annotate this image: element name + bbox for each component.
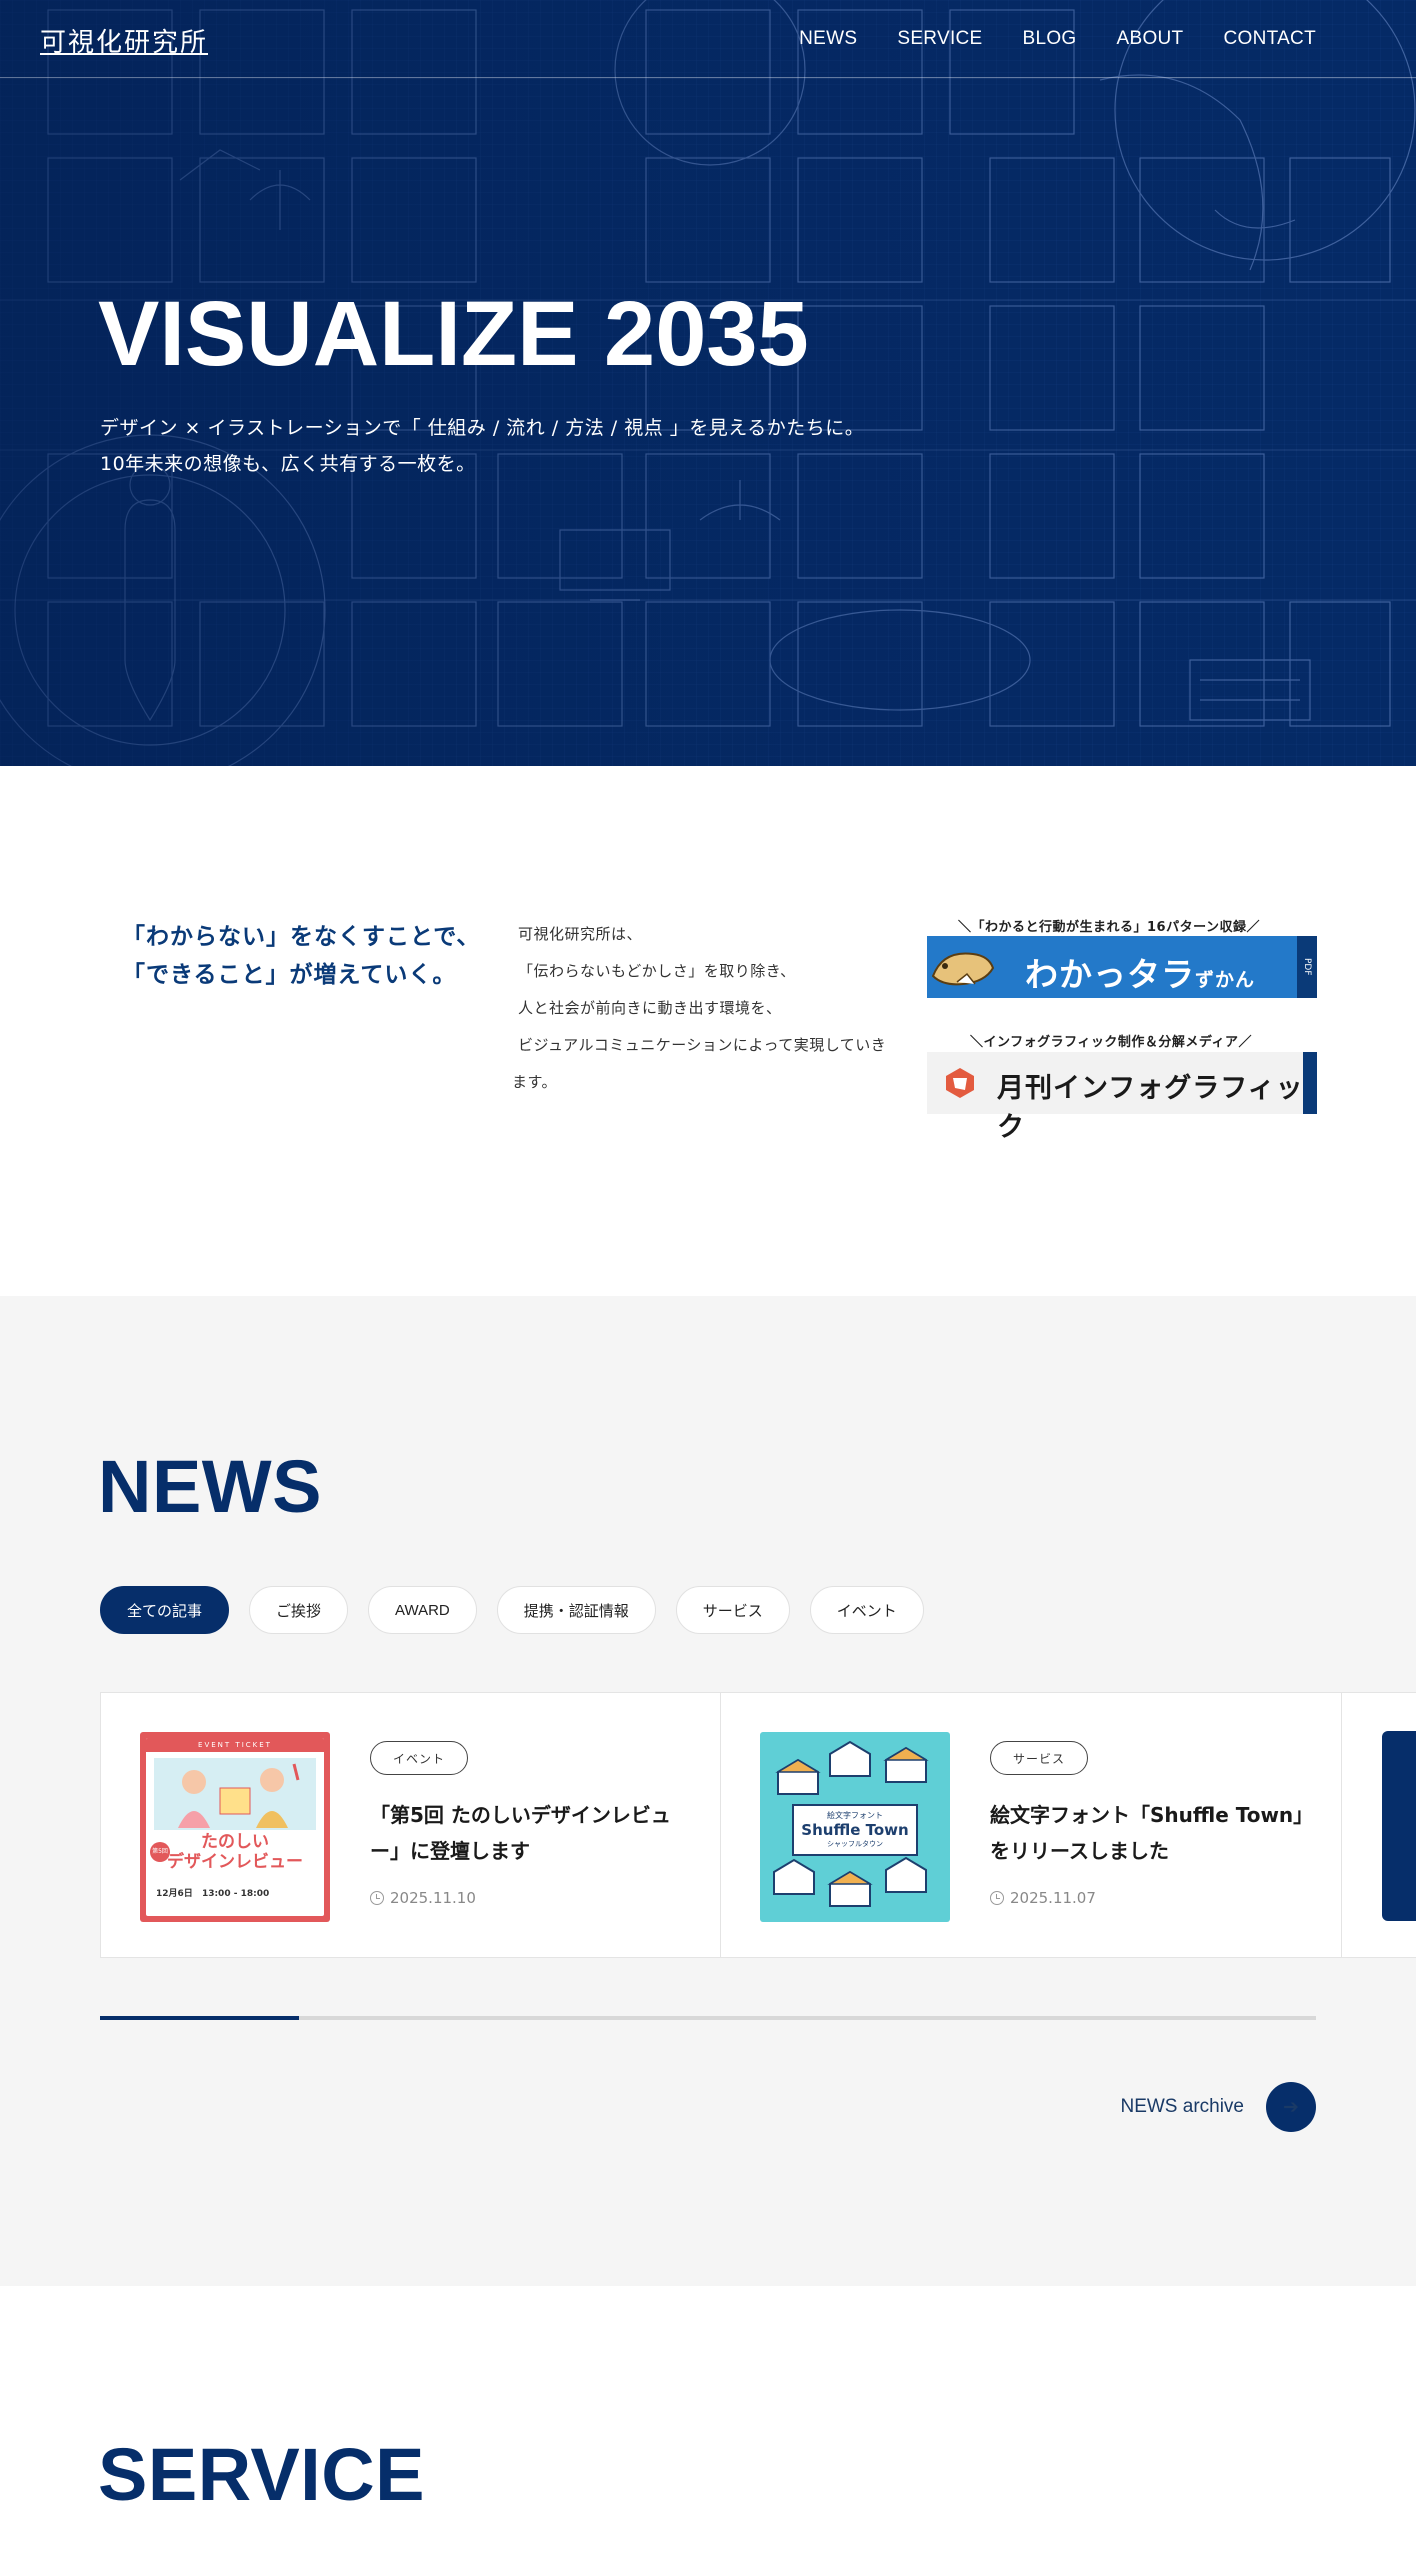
filter-event[interactable]: イベント xyxy=(809,1586,924,1634)
monthly-infographic-text: 月刊インフォグラフィック xyxy=(997,1073,1304,1143)
banner-caption-text: 「わかると行動が生まれる」16パターン収録 xyxy=(971,920,1247,935)
description-line: ビジュアルコミュニケーションによって実現していき xyxy=(518,1036,887,1054)
sparkle-icon: ＼ xyxy=(970,1035,984,1050)
pdf-tab: PDF xyxy=(1297,936,1317,998)
news-carousel: EVENT TICKET たのしい デザインレビュー 第5回 12月6日 13:… xyxy=(100,1692,1416,1958)
sparkle-icon: ／ xyxy=(1238,1035,1252,1050)
banner-caption-wakattara: ＼「わかると行動が生まれる」16パターン収録／ xyxy=(958,916,1260,935)
filter-award[interactable]: AWARD xyxy=(368,1586,477,1634)
news-card-next-partial[interactable] xyxy=(1342,1692,1416,1958)
news-date-text: 2025.11.07 xyxy=(1010,1889,1096,1907)
filter-service[interactable]: サービス xyxy=(675,1586,790,1634)
news-thumbnail-design-review: EVENT TICKET たのしい デザインレビュー 第5回 12月6日 13:… xyxy=(140,1732,330,1922)
sparkle-icon: ／ xyxy=(1246,920,1260,935)
site-header: 可視化研究所 NEWS SERVICE BLOG ABOUT CONTACT xyxy=(0,0,1416,78)
hero-subtitle: デザイン × イラストレーションで「 仕組み / 流れ / 方法 / 視点 」を… xyxy=(100,410,864,482)
tagline-line: 「わからない」をなくすことで、 xyxy=(122,924,481,950)
nav-service[interactable]: SERVICE xyxy=(897,28,982,50)
wakattara-logo-text: わかっタラずかん xyxy=(1025,948,1255,996)
next-card-thumbnail xyxy=(1382,1731,1416,1921)
ticket-body: EVENT TICKET たのしい デザインレビュー 第5回 12月6日 13:… xyxy=(146,1738,324,1916)
site-logo[interactable]: 可視化研究所 xyxy=(40,22,208,59)
logo-subtitle: 絵文字フォント xyxy=(827,1811,883,1820)
ticket-header: EVENT TICKET xyxy=(146,1738,324,1752)
news-filter-tabs: 全ての記事 ご挨拶 AWARD 提携・認証情報 サービス イベント xyxy=(100,1586,924,1634)
news-date: 2025.11.10 xyxy=(370,1889,476,1907)
news-date: 2025.11.07 xyxy=(990,1889,1096,1907)
news-heading: NEWS xyxy=(98,1445,322,1528)
banner-caption-text: インフォグラフィック制作＆分解メディア xyxy=(983,1035,1239,1050)
news-title: 絵文字フォント「Shuffle Town」をリリースしました xyxy=(990,1803,1304,1863)
tagline-line: 「できること」が増えていく。 xyxy=(122,962,457,988)
filter-partnership[interactable]: 提携・認証情報 xyxy=(496,1586,656,1634)
news-category-tag: サービス xyxy=(990,1741,1089,1775)
hero-section: 可視化研究所 NEWS SERVICE BLOG ABOUT CONTACT V… xyxy=(0,0,1416,766)
clock-icon xyxy=(990,1891,1004,1905)
illustration-people xyxy=(154,1758,316,1830)
hero-subtitle-line: デザイン × イラストレーションで「 仕組み / 流れ / 方法 / 視点 」を… xyxy=(100,417,865,439)
news-category-tag: イベント xyxy=(370,1741,469,1775)
banner-caption-infographic: ＼インフォグラフィック制作＆分解メディア／ xyxy=(970,1031,1252,1050)
arrow-right-icon: ➔ xyxy=(1266,2082,1316,2132)
description-line: 人と社会が前向きに動き出す環境を、 xyxy=(518,999,782,1017)
ticket-title-line: たのしい xyxy=(201,1832,269,1852)
carousel-progress-bar[interactable] xyxy=(100,2016,1316,2020)
wakattara-text: わかっタラ xyxy=(1025,955,1195,994)
service-heading: SERVICE xyxy=(98,2433,426,2516)
logo-kana: シャッフルタウン xyxy=(827,1840,883,1848)
monthly-infographic-banner[interactable]: 月刊インフォグラフィック xyxy=(927,1052,1317,1143)
nav-blog[interactable]: BLOG xyxy=(1023,28,1077,50)
news-section: NEWS 全ての記事 ご挨拶 AWARD 提携・認証情報 サービス イベント E… xyxy=(0,1296,1416,2286)
mission-description: 可視化研究所は、 「伝わらないもどかしさ」を取り除き、 人と社会が前向きに動き出… xyxy=(512,916,902,1101)
sparkle-icon: ＼ xyxy=(958,920,972,935)
shuffle-town-logo-box: 絵文字フォント Shuffle Town シャッフルタウン xyxy=(792,1804,918,1856)
mission-tagline: 「わからない」をなくすことで、 「できること」が増えていく。 xyxy=(122,918,480,994)
ticket-schedule: 12月6日 13:00 - 18:00 xyxy=(156,1886,269,1899)
news-thumbnail-shuffle-town: 絵文字フォント Shuffle Town シャッフルタウン xyxy=(760,1732,950,1922)
news-card[interactable]: EVENT TICKET たのしい デザインレビュー 第5回 12月6日 13:… xyxy=(100,1692,721,1958)
edition-badge: 第5回 xyxy=(150,1842,170,1862)
news-card[interactable]: 絵文字フォント Shuffle Town シャッフルタウン サービス 絵文字フォ… xyxy=(721,1692,1342,1958)
description-line: ます。 xyxy=(512,1073,558,1091)
global-nav: NEWS SERVICE BLOG ABOUT CONTACT xyxy=(799,28,1316,50)
zukan-text: ずかん xyxy=(1195,969,1256,991)
service-section: SERVICE xyxy=(0,2286,1416,2560)
nav-about[interactable]: ABOUT xyxy=(1117,28,1184,50)
infographic-logo-icon xyxy=(946,1068,974,1098)
logo-title: Shuffle Town xyxy=(801,1821,909,1839)
wakattara-zukan-banner[interactable]: わかっタラずかん PDF xyxy=(927,936,1317,998)
fish-mascot-icon xyxy=(931,952,995,986)
news-date-text: 2025.11.10 xyxy=(390,1889,476,1907)
mission-section: 「わからない」をなくすことで、 「できること」が増えていく。 可視化研究所は、 … xyxy=(0,766,1416,1296)
ticket-date: 12月6日 xyxy=(156,1889,193,1899)
nav-contact[interactable]: CONTACT xyxy=(1223,28,1316,50)
filter-all[interactable]: 全ての記事 xyxy=(100,1586,230,1634)
news-archive-link[interactable]: NEWS archive ➔ xyxy=(1120,2082,1316,2132)
carousel-progress-fill xyxy=(100,2016,300,2020)
description-line: 「伝わらないもどかしさ」を取り除き、 xyxy=(518,962,796,980)
clock-icon xyxy=(370,1891,384,1905)
ticket-title: たのしい デザインレビュー xyxy=(146,1832,324,1872)
news-title: 「第5回 たのしいデザインレビュー」に登壇します xyxy=(370,1803,671,1863)
banner-tab xyxy=(1303,1052,1317,1114)
description-line: 可視化研究所は、 xyxy=(518,925,643,943)
news-archive-label: NEWS archive xyxy=(1120,2096,1244,2117)
hero-title: VISUALIZE 2035 xyxy=(98,283,809,385)
hero-subtitle-line: 10年未来の想像も、広く共有する一枚を。 xyxy=(100,453,476,475)
ticket-time: 13:00 - 18:00 xyxy=(201,1889,270,1899)
ticket-title-line: デザインレビュー xyxy=(167,1852,303,1872)
filter-greeting[interactable]: ご挨拶 xyxy=(249,1586,349,1634)
nav-news[interactable]: NEWS xyxy=(799,28,857,50)
